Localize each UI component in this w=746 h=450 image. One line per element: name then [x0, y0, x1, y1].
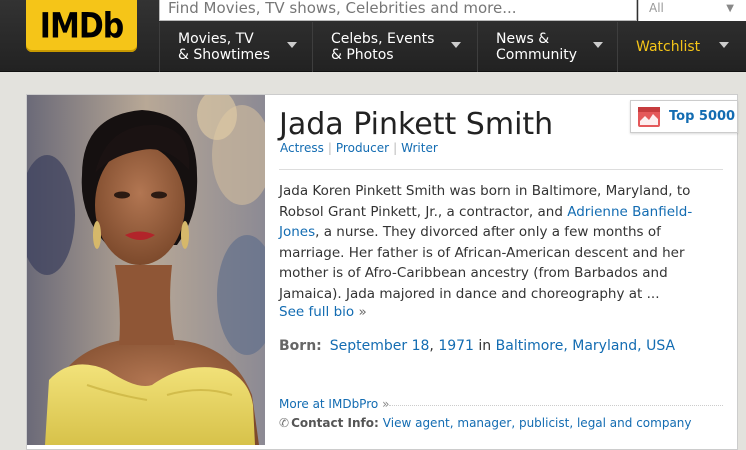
person-overview-card: Jada Pinkett Smith Actress | Producer | Writ… — [26, 94, 738, 450]
chevron-down-icon: ▼ — [726, 3, 734, 14]
birth-place-link[interactable]: Baltimore, Maryland, USA — [496, 338, 675, 354]
contact-label: Contact Info: — [291, 416, 379, 430]
more-at-imdbpro-link[interactable]: More at IMDbPro » — [279, 397, 389, 411]
imdb-logo[interactable]: IMDb — [26, 0, 137, 52]
job-actress-link[interactable]: Actress — [280, 141, 324, 155]
born-info: Born: September 18, 1971 in Baltimore, Ma… — [279, 338, 676, 354]
caret-down-icon — [451, 42, 461, 48]
see-full-bio-link[interactable]: See full bio » — [279, 304, 367, 320]
divider — [279, 169, 723, 170]
birth-year-link[interactable]: 1971 — [438, 338, 474, 354]
nav-watchlist[interactable]: Watchlist — [617, 22, 746, 72]
imdb-logo-text: IMDb — [39, 5, 124, 47]
nav-news-community[interactable]: News & Community — [477, 22, 617, 72]
search-scope-value: All — [649, 1, 664, 15]
birth-date-link[interactable]: September 18 — [330, 338, 430, 354]
job-separator: | — [327, 141, 332, 155]
caret-down-icon — [719, 42, 729, 48]
caret-down-icon — [593, 42, 603, 48]
nav-label: Movies, TV & Showtimes — [178, 31, 271, 63]
job-writer-link[interactable]: Writer — [401, 141, 438, 155]
view-agent-link[interactable]: View agent, manager, publicist, legal an… — [383, 416, 692, 430]
nav-label: News & Community — [496, 31, 578, 63]
starmeter-badge[interactable]: Top 5000 — [630, 100, 738, 133]
search-placeholder: Find Movies, TV shows, Celebrities and m… — [168, 0, 517, 17]
born-label: Born: — [279, 338, 322, 354]
bio-text: Jada Koren Pinkett Smith was born in Bal… — [279, 183, 693, 302]
dotted-divider — [389, 405, 723, 406]
starmeter-icon — [638, 106, 660, 127]
nav-label: Celebs, Events & Photos — [331, 31, 435, 63]
nav-label: Watchlist — [636, 39, 701, 55]
nav-celebs-events-photos[interactable]: Celebs, Events & Photos — [312, 22, 477, 72]
top-navbar: IMDb Find Movies, TV shows, Celebrities … — [0, 0, 746, 72]
job-categories: Actress | Producer | Writer — [280, 141, 438, 155]
contact-info: ✆ Contact Info: View agent, manager, publi… — [279, 416, 692, 430]
starmeter-label: Top 5000 — [669, 109, 736, 124]
job-separator: | — [393, 141, 398, 155]
caret-down-icon — [287, 42, 297, 48]
person-name: Jada Pinkett Smith — [279, 107, 554, 142]
nav-movies-tv-showtimes[interactable]: Movies, TV & Showtimes — [159, 22, 312, 72]
search-input[interactable]: Find Movies, TV shows, Celebrities and m… — [159, 0, 637, 21]
search-scope-select[interactable]: All ▼ — [638, 0, 746, 21]
person-photo[interactable] — [27, 95, 265, 445]
job-producer-link[interactable]: Producer — [336, 141, 389, 155]
phone-icon: ✆ — [279, 416, 290, 430]
